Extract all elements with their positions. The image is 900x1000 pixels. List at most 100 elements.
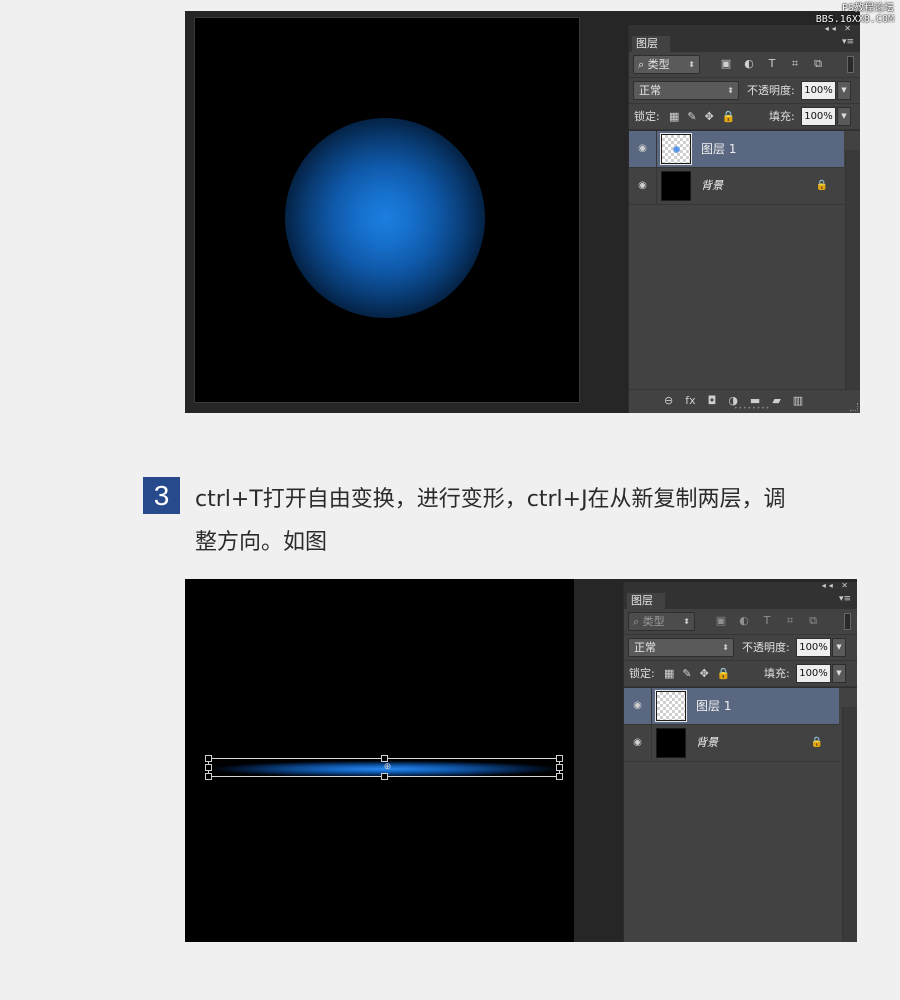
- transform-handle[interactable]: [556, 773, 563, 780]
- lock-label: 锁定:: [634, 110, 660, 123]
- step-text-line2: 整方向。如图: [195, 530, 328, 555]
- transform-handle[interactable]: [556, 764, 563, 771]
- lock-pixels-icon[interactable]: ✎: [687, 110, 696, 124]
- corner-grip-icon[interactable]: [850, 403, 858, 411]
- resize-grip-dots[interactable]: ••••••••: [734, 405, 770, 412]
- step-number-badge: 3: [143, 477, 180, 514]
- filter-toggle[interactable]: [847, 56, 854, 73]
- smart-object-filter-icon[interactable]: ⧉: [811, 57, 825, 71]
- layers-list: ◉ 图层 1 ◉ 背景 🔒: [624, 687, 857, 762]
- visibility-eye-icon[interactable]: ◉: [629, 131, 657, 167]
- search-icon: ⌕: [638, 58, 645, 71]
- layer-name[interactable]: 背景: [696, 725, 718, 761]
- lock-icons: ▦ ✎ ✥ 🔒: [664, 667, 731, 681]
- adjustment-filter-icon[interactable]: ◐: [742, 57, 756, 71]
- transform-handle[interactable]: [381, 755, 388, 762]
- lock-all-icon[interactable]: 🔒: [722, 110, 736, 124]
- shape-filter-icon[interactable]: ⌗: [783, 614, 797, 628]
- blend-row: 正常 ⬍ 不透明度: 100% ▼: [629, 78, 860, 104]
- chevron-updown-icon: ⬍: [688, 60, 695, 69]
- transform-handle[interactable]: [556, 755, 563, 762]
- visibility-eye-icon[interactable]: ◉: [629, 168, 657, 204]
- document-canvas[interactable]: ⊕: [185, 579, 574, 942]
- lock-position-icon[interactable]: ✥: [705, 110, 714, 124]
- lock-transparent-icon[interactable]: ▦: [669, 110, 679, 124]
- layer-thumbnail: [661, 171, 691, 201]
- fill-dropdown[interactable]: ▼: [837, 107, 851, 126]
- tab-layers[interactable]: 图层: [632, 36, 670, 52]
- transform-handle[interactable]: [205, 764, 212, 771]
- lock-all-icon[interactable]: 🔒: [717, 667, 731, 681]
- layer-name[interactable]: 背景: [701, 168, 723, 204]
- blend-row: 正常 ⬍ 不透明度: 100% ▼: [624, 635, 857, 661]
- layer-row-background[interactable]: ◉ 背景 🔒: [624, 725, 839, 762]
- document-canvas[interactable]: [194, 17, 580, 403]
- layers-scrollbar[interactable]: [845, 150, 860, 389]
- transform-handle[interactable]: [205, 773, 212, 780]
- layer-name[interactable]: 图层 1: [696, 688, 731, 724]
- opacity-input[interactable]: 100%: [801, 81, 836, 100]
- lock-icons: ▦ ✎ ✥ 🔒: [669, 110, 736, 124]
- screenshot-glow-circle: ◂◂ ✕ 图层 ▾≡ ⌕ 类型 ⬍ ▣ ◐ T ⌗ ⧉ 正常 ⬍ 不透明度: 1…: [185, 11, 860, 413]
- image-filter-icon[interactable]: ▣: [719, 57, 733, 71]
- layers-bottom-bar: ⊖ fx ◘ ◑ ▬ ▰ ▥ ••••••••: [629, 389, 860, 413]
- layer-row-layer1[interactable]: ◉ 图层 1: [629, 131, 844, 168]
- type-filter-icon[interactable]: T: [765, 57, 779, 71]
- shape-filter-icon[interactable]: ⌗: [788, 57, 802, 71]
- blend-mode-select[interactable]: 正常 ⬍: [633, 81, 739, 100]
- panel-menu-icon[interactable]: ▾≡: [842, 37, 854, 47]
- filter-toggle[interactable]: [844, 613, 851, 630]
- visibility-eye-icon[interactable]: ◉: [624, 688, 652, 724]
- collapse-close-icons[interactable]: ◂◂ ✕: [822, 581, 851, 590]
- blend-mode-select[interactable]: 正常 ⬍: [628, 638, 734, 657]
- opacity-input[interactable]: 100%: [796, 638, 831, 657]
- step-description: ctrl+T打开自由变换，进行变形，ctrl+J在从新复制两层，调 整方向。如图: [195, 478, 880, 564]
- lock-transparent-icon[interactable]: ▦: [664, 667, 674, 681]
- chevron-updown-icon: ⬍: [727, 86, 734, 95]
- visibility-eye-icon[interactable]: ◉: [624, 725, 652, 761]
- layer-row-background[interactable]: ◉ 背景 🔒: [629, 168, 844, 205]
- layers-panel: ◂◂ ✕ 图层 ▾≡ ⌕ 类型 ⬍ ▣ ◐ T ⌗ ⧉ 正常 ⬍ 不透明度: 1…: [628, 24, 860, 413]
- blend-mode-value: 正常: [634, 641, 656, 654]
- fx-icon[interactable]: fx: [685, 394, 695, 408]
- tab-layers[interactable]: 图层: [627, 593, 665, 609]
- layer-row-layer1[interactable]: ◉ 图层 1: [624, 688, 839, 725]
- filter-row: ⌕ 类型 ⬍ ▣ ◐ T ⌗ ⧉: [629, 52, 860, 78]
- fill-input[interactable]: 100%: [796, 664, 831, 683]
- transform-handle[interactable]: [381, 773, 388, 780]
- add-mask-icon[interactable]: ◘: [708, 394, 717, 408]
- blend-mode-value: 正常: [639, 84, 661, 97]
- adjustment-filter-icon[interactable]: ◐: [737, 614, 751, 628]
- thumbnail-glow: [673, 146, 680, 153]
- layer-filter-select[interactable]: ⌕ 类型 ⬍: [628, 612, 695, 631]
- layer-thumbnail: [656, 728, 686, 758]
- type-filter-icon[interactable]: T: [760, 614, 774, 628]
- panel-menu-icon[interactable]: ▾≡: [839, 594, 851, 604]
- layer-thumbnail: [655, 690, 687, 722]
- fill-dropdown[interactable]: ▼: [832, 664, 846, 683]
- lock-pixels-icon[interactable]: ✎: [682, 667, 691, 681]
- panel-topbar: ◂◂ ✕: [624, 581, 857, 592]
- image-filter-icon[interactable]: ▣: [714, 614, 728, 628]
- opacity-dropdown[interactable]: ▼: [837, 81, 851, 100]
- layers-scrollbar[interactable]: [842, 707, 857, 942]
- new-layer-icon[interactable]: ▰: [772, 394, 780, 408]
- smart-object-filter-icon[interactable]: ⧉: [806, 614, 820, 628]
- opacity-dropdown[interactable]: ▼: [832, 638, 846, 657]
- link-layers-icon[interactable]: ⊖: [664, 394, 673, 408]
- fill-label: 填充:: [769, 110, 795, 123]
- free-transform-box[interactable]: ⊕: [205, 755, 563, 780]
- lock-position-icon[interactable]: ✥: [700, 667, 709, 681]
- fill-label: 填充:: [764, 667, 790, 680]
- reference-point-icon[interactable]: ⊕: [383, 763, 392, 772]
- panel-tabrow: 图层 ▾≡: [629, 35, 860, 52]
- fill-input[interactable]: 100%: [801, 107, 836, 126]
- transform-handle[interactable]: [205, 755, 212, 762]
- screenshot-glow-line: ⊕ ◂◂ ✕ 图层 ▾≡ ⌕ 类型 ⬍ ▣ ◐ T ⌗ ⧉ 正常 ⬍ 不透明度:…: [185, 579, 857, 942]
- collapse-close-icons[interactable]: ◂◂ ✕: [825, 24, 854, 33]
- layer-name[interactable]: 图层 1: [701, 131, 736, 167]
- chevron-updown-icon: ⬍: [722, 643, 729, 652]
- layer-filter-select[interactable]: ⌕ 类型 ⬍: [633, 55, 700, 74]
- trash-icon[interactable]: ▥: [793, 394, 803, 408]
- layers-list: ◉ 图层 1 ◉ 背景 🔒: [629, 130, 860, 205]
